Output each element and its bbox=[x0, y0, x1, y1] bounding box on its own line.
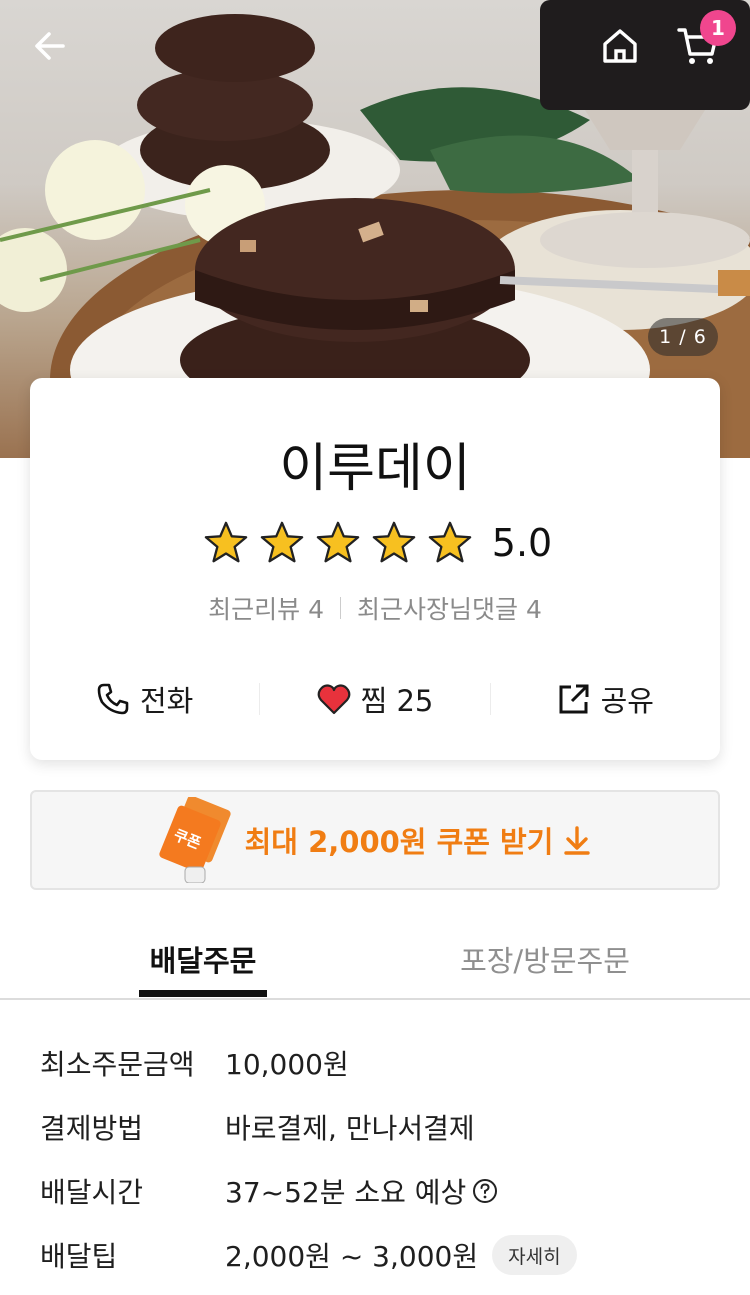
star-icon bbox=[316, 521, 360, 563]
tab-pickup[interactable]: 포장/방문주문 bbox=[440, 938, 650, 980]
favorite-button[interactable]: 찜 25 bbox=[260, 678, 489, 720]
star-icon bbox=[428, 521, 472, 563]
delivery-tip-row: 배달팁 2,000원 ~ 3,000원 자세히 bbox=[40, 1230, 720, 1280]
delivery-time-row: 배달시간 37~52분 소요 예상 bbox=[40, 1166, 720, 1216]
coupon-ticket-icon: 쿠폰 bbox=[159, 797, 231, 883]
home-icon bbox=[603, 29, 637, 63]
min-order-row: 최소주문금액 10,000원 bbox=[40, 1038, 720, 1088]
review-divider bbox=[340, 597, 341, 619]
cart-count-badge: 1 bbox=[700, 10, 736, 46]
download-arrow-icon bbox=[564, 826, 591, 855]
share-icon bbox=[559, 684, 589, 714]
star-icon bbox=[204, 521, 248, 563]
recent-reviews-link[interactable]: 최근리뷰 4 bbox=[208, 590, 324, 626]
store-name: 이루데이 bbox=[279, 439, 471, 499]
image-page-counter: 1 / 6 bbox=[648, 318, 718, 356]
heart-icon bbox=[317, 684, 350, 715]
share-button[interactable]: 공유 bbox=[491, 678, 720, 720]
info-value: 10,000원 bbox=[225, 1048, 349, 1081]
delivery-tip-detail-button[interactable]: 자세히 bbox=[492, 1235, 577, 1275]
owner-replies-link[interactable]: 최근사장님댓글 4 bbox=[357, 590, 542, 626]
info-label: 배달시간 bbox=[40, 1176, 144, 1209]
info-label: 최소주문금액 bbox=[40, 1048, 195, 1081]
info-label: 배달팁 bbox=[40, 1240, 118, 1273]
review-summary: 최근리뷰 4 최근사장님댓글 4 bbox=[30, 590, 720, 626]
coupon-label: 최대 2,000원 쿠폰 받기 bbox=[244, 825, 554, 859]
share-label: 공유 bbox=[600, 684, 654, 718]
coupon-download-banner[interactable]: 쿠폰 최대 2,000원 쿠폰 받기 bbox=[30, 790, 720, 890]
store-actions: 전화 찜 25 공유 bbox=[30, 672, 720, 726]
payment-method-row: 결제방법 바로결제, 만나서결제 bbox=[40, 1102, 720, 1152]
arrow-left-icon bbox=[35, 32, 65, 60]
call-label: 전화 bbox=[139, 684, 194, 718]
rating-row[interactable]: 5.0 bbox=[30, 520, 720, 566]
star-icon bbox=[372, 521, 416, 563]
home-button[interactable] bbox=[592, 18, 648, 74]
star-icon bbox=[260, 521, 304, 563]
rating-value: 5.0 bbox=[491, 521, 553, 565]
tab-delivery[interactable]: 배달주문 bbox=[139, 938, 267, 980]
call-button[interactable]: 전화 bbox=[30, 678, 259, 720]
store-info-card: 이루데이 5.0 최근리뷰 4 최근사장님댓글 4 전화 찜 25 공유 bbox=[30, 378, 720, 760]
info-label: 결제방법 bbox=[40, 1112, 144, 1145]
info-value: 바로결제, 만나서결제 bbox=[225, 1112, 475, 1145]
phone-icon bbox=[97, 683, 129, 715]
back-button[interactable] bbox=[22, 18, 78, 74]
info-value: 2,000원 ~ 3,000원 bbox=[225, 1240, 479, 1273]
help-question-icon[interactable] bbox=[472, 1178, 498, 1204]
active-tab-indicator bbox=[139, 990, 267, 997]
favorite-label: 찜 25 bbox=[360, 684, 434, 718]
order-type-tabs: 배달주문 포장/방문주문 bbox=[0, 920, 750, 1000]
info-value: 37~52분 소요 예상 bbox=[225, 1176, 467, 1209]
